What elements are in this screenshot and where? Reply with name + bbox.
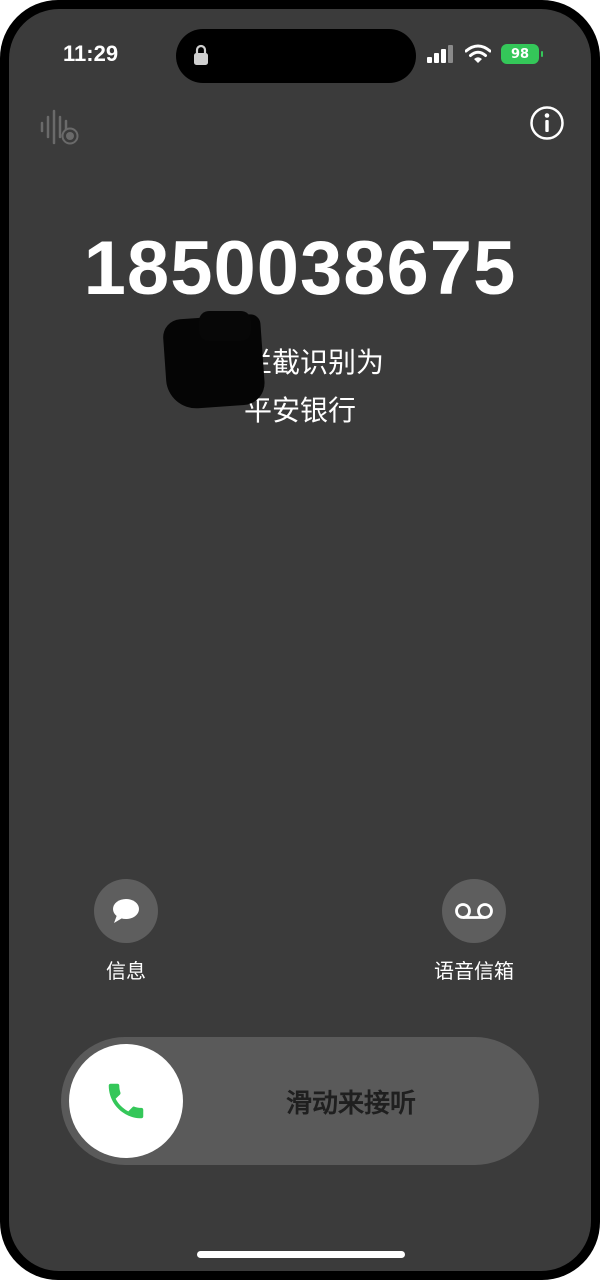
voicemail-icon: [455, 903, 493, 919]
redaction-mark: [199, 311, 251, 341]
voicemail-label: 语音信箱: [434, 959, 514, 983]
caller-label-text: 拦截识别为: [244, 346, 385, 379]
signal-icon: [427, 45, 453, 63]
status-time: 11:29: [63, 41, 119, 66]
battery-level: 98: [510, 46, 530, 62]
phone-frame: 11:29 98 1850038675 拦截识别为 平安银行 信息 语音信箱 滑…: [0, 0, 600, 1280]
answer-knob[interactable]: [69, 1044, 183, 1158]
message-label: 信息: [106, 959, 146, 983]
battery-icon: 98: [501, 44, 543, 64]
status-icons: 98: [427, 43, 543, 65]
slide-to-answer[interactable]: 滑动来接听: [61, 1037, 539, 1165]
caller-label-line1: 一拦截识别为: [9, 341, 591, 381]
voicemail-button[interactable]: 语音信箱: [419, 879, 529, 984]
message-button[interactable]: 信息: [71, 879, 181, 984]
wifi-icon: [465, 44, 491, 63]
live-voicemail-icon[interactable]: [39, 109, 81, 145]
lock-icon: [194, 44, 208, 65]
message-bubble-icon: [113, 899, 139, 923]
info-icon[interactable]: [529, 105, 565, 141]
home-indicator[interactable]: [197, 1251, 405, 1258]
message-button-circle[interactable]: [94, 879, 158, 943]
phone-icon: [108, 1083, 144, 1119]
caller-number: 1850038675: [83, 226, 517, 311]
incoming-call-screen: 11:29 98 1850038675 拦截识别为 平安银行 信息 语音信箱 滑…: [9, 9, 591, 1271]
dynamic-island: [176, 29, 416, 83]
voicemail-button-circle[interactable]: [442, 879, 506, 943]
caller-label-line2: 平安银行: [243, 394, 356, 427]
slide-to-answer-label: 滑动来接听: [285, 1089, 416, 1119]
